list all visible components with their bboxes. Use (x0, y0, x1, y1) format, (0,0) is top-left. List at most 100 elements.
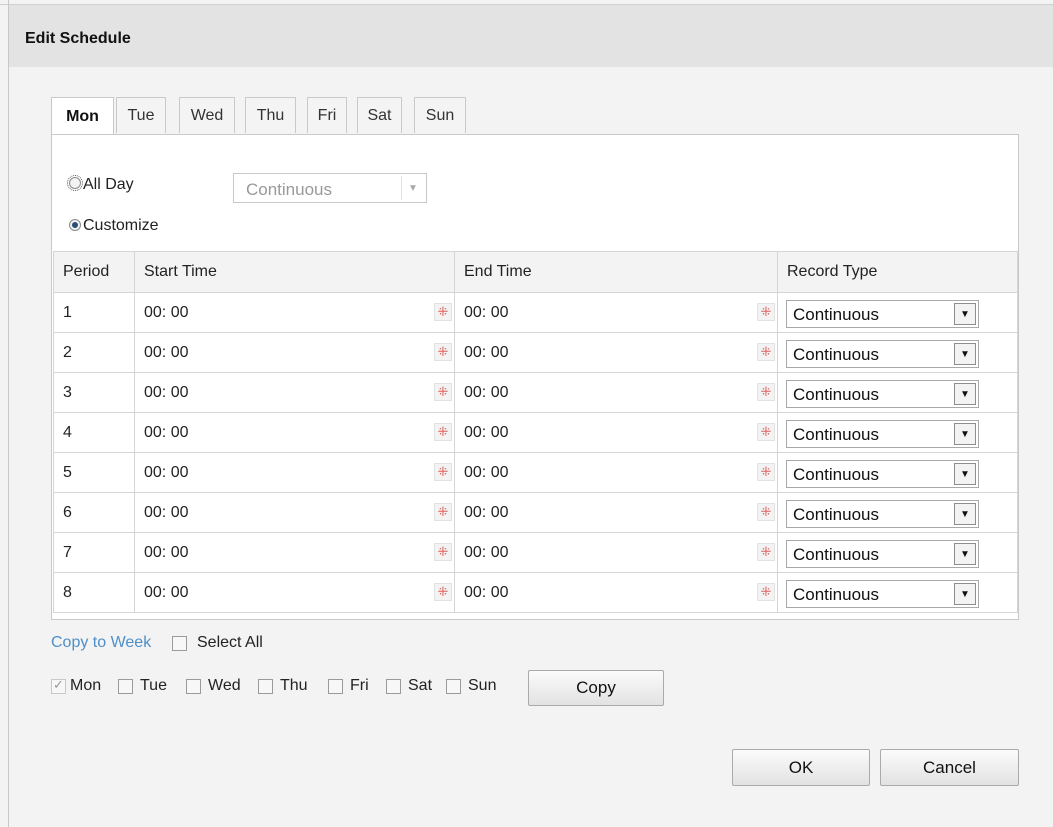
ok-button[interactable]: OK (732, 749, 870, 786)
header-record-type: Record Type (777, 251, 1018, 293)
customize-label: Customize (83, 217, 159, 234)
record-type-cell: Continuous ▼ (777, 412, 1018, 453)
time-picker-icon[interactable]: ⁜ (757, 343, 775, 361)
start-time-cell: 00: 00 ⁜ (134, 532, 455, 573)
copy-day-label: Fri (350, 677, 369, 694)
tab-sat[interactable]: Sat (357, 97, 402, 133)
end-time-cell: 00: 00 ⁜ (454, 412, 778, 453)
time-picker-icon[interactable]: ⁜ (757, 463, 775, 481)
tab-wed[interactable]: Wed (179, 97, 235, 133)
dialog-title: Edit Schedule (25, 30, 131, 47)
copy-day-checkbox-thu[interactable] (258, 679, 273, 694)
start-time-value[interactable]: 00: 00 (144, 584, 188, 601)
end-time-value[interactable]: 00: 00 (464, 504, 508, 521)
time-picker-icon[interactable]: ⁜ (757, 423, 775, 441)
record-type-select[interactable]: Continuous ▼ (786, 460, 979, 488)
end-time-cell: 00: 00 ⁜ (454, 452, 778, 493)
record-type-value: Continuous (793, 505, 880, 524)
record-type-select[interactable]: Continuous ▼ (786, 420, 979, 448)
time-picker-icon[interactable]: ⁜ (757, 543, 775, 561)
header-end-time: End Time (454, 251, 778, 293)
tab-thu[interactable]: Thu (245, 97, 296, 133)
end-time-value[interactable]: 00: 00 (464, 584, 508, 601)
chevron-down-icon[interactable]: ▼ (954, 343, 976, 365)
record-type-select[interactable]: Continuous ▼ (786, 300, 979, 328)
time-picker-icon[interactable]: ⁜ (434, 423, 452, 441)
tab-tue[interactable]: Tue (116, 97, 166, 133)
record-type-select[interactable]: Continuous ▼ (786, 500, 979, 528)
start-time-value[interactable]: 00: 00 (144, 504, 188, 521)
time-picker-icon[interactable]: ⁜ (757, 583, 775, 601)
chevron-down-icon[interactable]: ▼ (954, 543, 976, 565)
end-time-value[interactable]: 00: 00 (464, 384, 508, 401)
customize-radio[interactable] (69, 219, 81, 231)
table-header-row: Period Start Time End Time Record Type (53, 251, 1018, 293)
record-type-cell: Continuous ▼ (777, 492, 1018, 533)
end-time-value[interactable]: 00: 00 (464, 304, 508, 321)
record-type-cell: Continuous ▼ (777, 572, 1018, 613)
copy-day-checkbox-fri[interactable] (328, 679, 343, 694)
chevron-down-icon[interactable]: ▼ (954, 423, 976, 445)
copy-day-checkbox-tue[interactable] (118, 679, 133, 694)
tab-sun[interactable]: Sun (414, 97, 466, 133)
end-time-value[interactable]: 00: 00 (464, 464, 508, 481)
cancel-button[interactable]: Cancel (880, 749, 1019, 786)
copy-day-checkbox-wed[interactable] (186, 679, 201, 694)
time-picker-icon[interactable]: ⁜ (757, 503, 775, 521)
record-type-select[interactable]: Continuous ▼ (786, 380, 979, 408)
time-picker-icon[interactable]: ⁜ (434, 503, 452, 521)
record-type-value: Continuous (793, 585, 880, 604)
chevron-down-icon[interactable]: ▼ (954, 503, 976, 525)
copy-button[interactable]: Copy (528, 670, 664, 706)
end-time-value[interactable]: 00: 00 (464, 344, 508, 361)
end-time-cell: 00: 00 ⁜ (454, 332, 778, 373)
copy-day-label: Wed (208, 677, 241, 694)
all-day-type-value: Continuous (246, 180, 333, 199)
start-time-cell: 00: 00 ⁜ (134, 452, 455, 493)
start-time-value[interactable]: 00: 00 (144, 344, 188, 361)
start-time-value[interactable]: 00: 00 (144, 464, 188, 481)
chevron-down-icon[interactable]: ▼ (954, 303, 976, 325)
time-picker-icon[interactable]: ⁜ (434, 583, 452, 601)
record-type-value: Continuous (793, 465, 880, 484)
time-picker-icon[interactable]: ⁜ (757, 383, 775, 401)
chevron-down-icon[interactable]: ▼ (954, 463, 976, 485)
start-time-value[interactable]: 00: 00 (144, 424, 188, 441)
time-picker-icon[interactable]: ⁜ (434, 463, 452, 481)
header-period: Period (53, 251, 135, 293)
all-day-label: All Day (83, 176, 134, 193)
period-number: 5 (63, 463, 72, 481)
time-picker-icon[interactable]: ⁜ (434, 343, 452, 361)
record-type-select[interactable]: Continuous ▼ (786, 580, 979, 608)
time-picker-icon[interactable]: ⁜ (757, 303, 775, 321)
end-time-cell: 00: 00 ⁜ (454, 572, 778, 613)
tab-mon[interactable]: Mon (51, 97, 114, 135)
select-all-checkbox[interactable] (172, 636, 187, 651)
start-time-value[interactable]: 00: 00 (144, 304, 188, 321)
record-type-select[interactable]: Continuous ▼ (786, 540, 979, 568)
record-type-select[interactable]: Continuous ▼ (786, 340, 979, 368)
start-time-cell: 00: 00 ⁜ (134, 412, 455, 453)
period-number: 6 (63, 503, 72, 521)
chevron-down-icon[interactable]: ▼ (954, 383, 976, 405)
end-time-value[interactable]: 00: 00 (464, 424, 508, 441)
time-picker-icon[interactable]: ⁜ (434, 543, 452, 561)
table-row: 5 00: 00 ⁜ 00: 00 ⁜ Continuous ▼ (53, 452, 1018, 493)
start-time-value[interactable]: 00: 00 (144, 384, 188, 401)
record-type-cell: Continuous ▼ (777, 532, 1018, 573)
period-number: 8 (63, 583, 72, 601)
table-row: 7 00: 00 ⁜ 00: 00 ⁜ Continuous ▼ (53, 532, 1018, 573)
period-number: 1 (63, 303, 72, 321)
tab-fri[interactable]: Fri (307, 97, 347, 133)
copy-day-checkbox-sun[interactable] (446, 679, 461, 694)
all-day-radio[interactable] (67, 175, 83, 191)
period-cell: 8 (53, 572, 135, 613)
time-picker-icon[interactable]: ⁜ (434, 303, 452, 321)
copy-day-checkbox-sat[interactable] (386, 679, 401, 694)
time-picker-icon[interactable]: ⁜ (434, 383, 452, 401)
start-time-value[interactable]: 00: 00 (144, 544, 188, 561)
end-time-cell: 00: 00 ⁜ (454, 372, 778, 413)
chevron-down-icon[interactable]: ▼ (954, 583, 976, 605)
end-time-value[interactable]: 00: 00 (464, 544, 508, 561)
period-cell: 4 (53, 412, 135, 453)
